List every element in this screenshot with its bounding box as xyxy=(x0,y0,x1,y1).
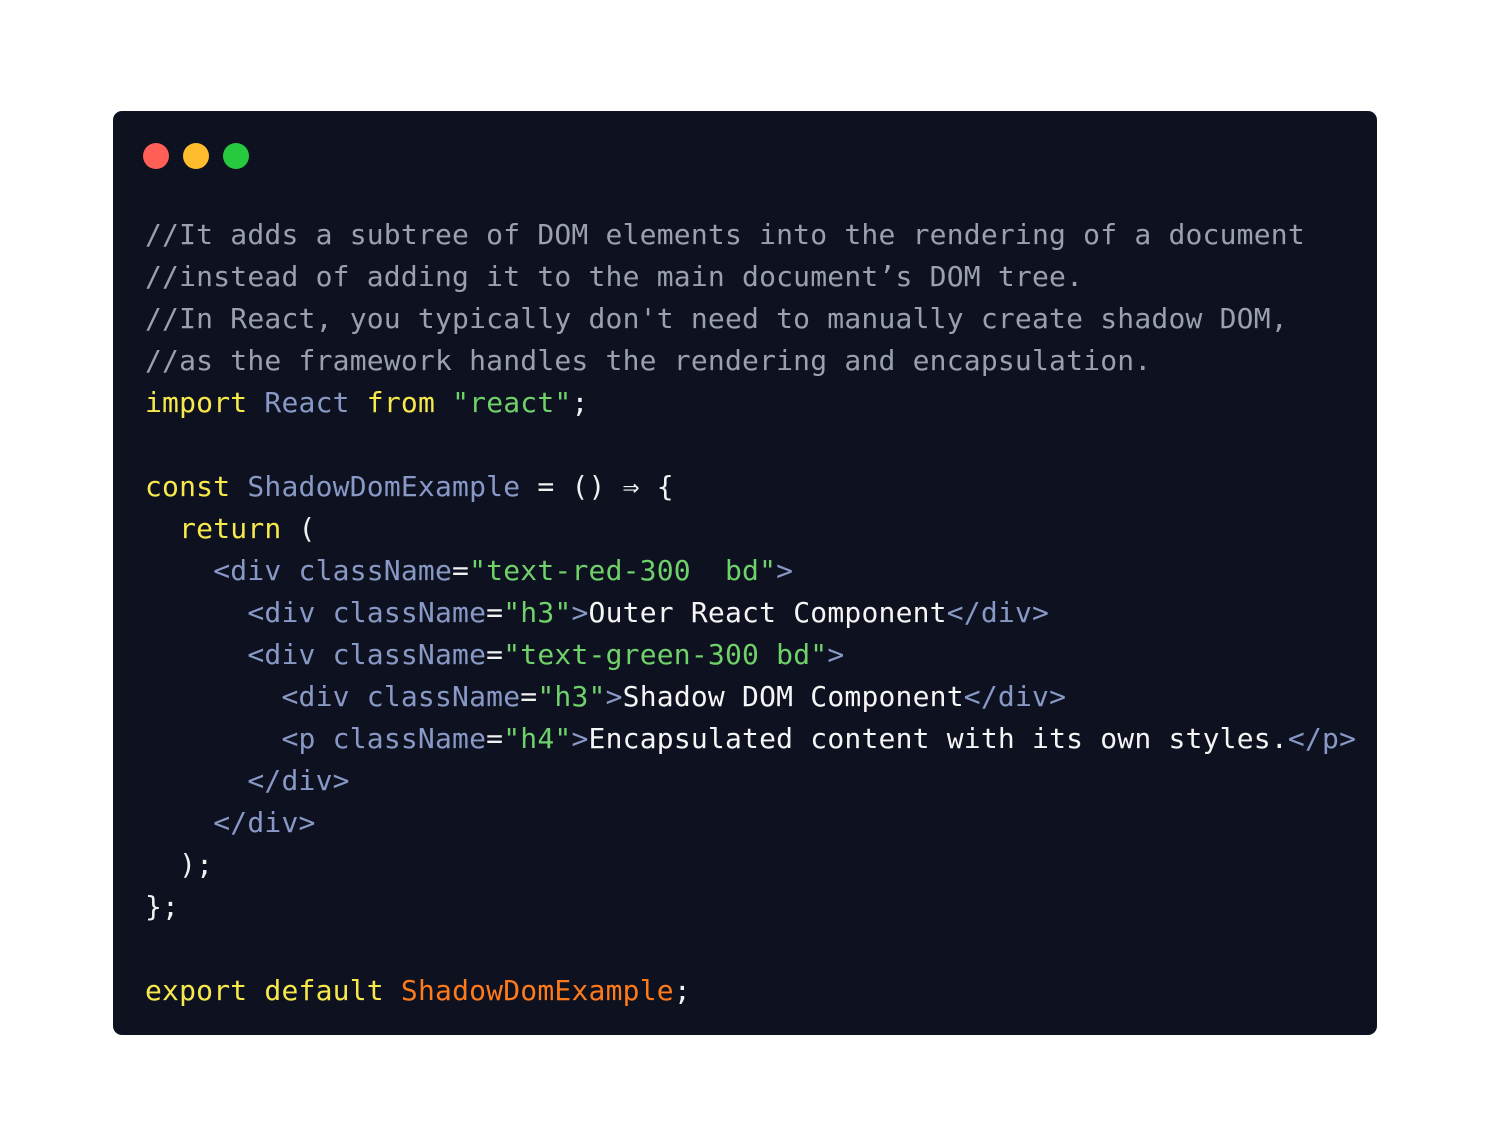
code-token-tag: <div className xyxy=(213,554,453,587)
minimize-dot-icon[interactable] xyxy=(183,143,209,169)
code-line: import React from "react"; xyxy=(145,382,1356,424)
code-token-punct xyxy=(435,386,452,419)
code-token-text: Encapsulated content with its own styles… xyxy=(588,722,1288,755)
close-dot-icon[interactable] xyxy=(143,143,169,169)
code-token-punct xyxy=(145,512,179,545)
code-token-keyword: import xyxy=(145,386,248,419)
code-token-keyword: const xyxy=(145,470,231,503)
code-token-keyword: default xyxy=(264,974,384,1007)
code-token-export-ident: ShadowDomExample xyxy=(400,974,674,1007)
code-token-tag: <p className xyxy=(281,722,487,755)
code-token-tag: <div className xyxy=(281,680,521,713)
code-line: //In React, you typically don't need to … xyxy=(145,298,1356,340)
code-line: ); xyxy=(145,844,1356,886)
code-token-keyword: return xyxy=(179,512,282,545)
code-token-comment: //In React, you typically don't need to … xyxy=(145,302,1288,335)
code-token-punct xyxy=(230,470,247,503)
code-token-string: "text-green-300 bd" xyxy=(503,638,828,671)
code-token-tag: </div> xyxy=(963,680,1067,713)
code-token-tag: > xyxy=(571,722,589,755)
code-token-comment: //as the framework handles the rendering… xyxy=(145,344,1152,377)
code-token-tag: > xyxy=(605,680,623,713)
code-token-punct: ; xyxy=(673,974,691,1007)
code-line: //as the framework handles the rendering… xyxy=(145,340,1356,382)
code-line: //It adds a subtree of DOM elements into… xyxy=(145,214,1356,256)
code-token-punct xyxy=(145,722,281,755)
code-token-text: Outer React Component xyxy=(588,596,947,629)
code-token-text: Shadow DOM Component xyxy=(622,680,964,713)
code-token-punct xyxy=(247,974,264,1007)
code-token-string: "react" xyxy=(452,386,572,419)
code-line: //instead of adding it to the main docum… xyxy=(145,256,1356,298)
code-token-comment: //It adds a subtree of DOM elements into… xyxy=(145,218,1305,251)
code-token-punct: = xyxy=(452,554,470,587)
code-token-punct xyxy=(247,386,264,419)
code-window: //It adds a subtree of DOM elements into… xyxy=(113,111,1377,1035)
code-token-tag: > xyxy=(776,554,794,587)
code-line: <p className="h4">Encapsulated content w… xyxy=(145,718,1356,760)
code-line: return ( xyxy=(145,508,1356,550)
code-token-ident: React xyxy=(264,386,350,419)
code-line: <div className="text-red-300 bd"> xyxy=(145,550,1356,592)
code-line: </div> xyxy=(145,802,1356,844)
code-token-tag: <div className xyxy=(247,638,487,671)
code-token-comment: //instead of adding it to the main docum… xyxy=(145,260,1084,293)
code-token-string: "text-red-300 bd" xyxy=(469,554,777,587)
code-token-punct: = () ⇒ { xyxy=(520,470,674,503)
code-line: }; xyxy=(145,886,1356,928)
code-token-string: "h3" xyxy=(503,596,572,629)
code-token-punct: ; xyxy=(571,386,589,419)
code-token-punct: = xyxy=(486,638,504,671)
code-token-punct: = xyxy=(486,596,504,629)
code-line: <div className="h3">Outer React Componen… xyxy=(145,592,1356,634)
code-token-string: "h4" xyxy=(503,722,572,755)
code-line: </div> xyxy=(145,760,1356,802)
code-token-punct xyxy=(350,386,367,419)
code-block: //It adds a subtree of DOM elements into… xyxy=(145,214,1356,1012)
code-token-tag: </p> xyxy=(1287,722,1357,755)
code-token-keyword: export xyxy=(145,974,248,1007)
code-token-punct xyxy=(145,554,213,587)
code-token-punct xyxy=(145,806,213,839)
code-token-tag: > xyxy=(571,596,589,629)
code-token-tag: </div> xyxy=(213,806,316,839)
code-token-ident: ShadowDomExample xyxy=(247,470,521,503)
code-token-punct: ); xyxy=(145,848,214,881)
code-token-punct xyxy=(145,680,281,713)
code-token-keyword: from xyxy=(366,386,436,419)
code-token-tag: > xyxy=(827,638,845,671)
code-token-punct: ( xyxy=(281,512,316,545)
code-line: const ShadowDomExample = () ⇒ { xyxy=(145,466,1356,508)
code-line: export default ShadowDomExample; xyxy=(145,970,1356,1012)
code-line: <div className="text-green-300 bd"> xyxy=(145,634,1356,676)
code-token-punct: }; xyxy=(145,890,180,923)
code-token-punct xyxy=(145,764,247,797)
maximize-dot-icon[interactable] xyxy=(223,143,249,169)
code-token-punct xyxy=(145,596,247,629)
code-token-tag: </div> xyxy=(247,764,350,797)
code-token-punct: = xyxy=(486,722,504,755)
code-token-punct xyxy=(384,974,401,1007)
code-token-punct xyxy=(145,638,247,671)
code-token-string: "h3" xyxy=(537,680,606,713)
code-line: <div className="h3">Shadow DOM Component… xyxy=(145,676,1356,718)
code-token-tag: <div className xyxy=(247,596,487,629)
code-token-punct: = xyxy=(520,680,538,713)
code-token-tag: </div> xyxy=(946,596,1050,629)
window-controls xyxy=(143,143,249,169)
